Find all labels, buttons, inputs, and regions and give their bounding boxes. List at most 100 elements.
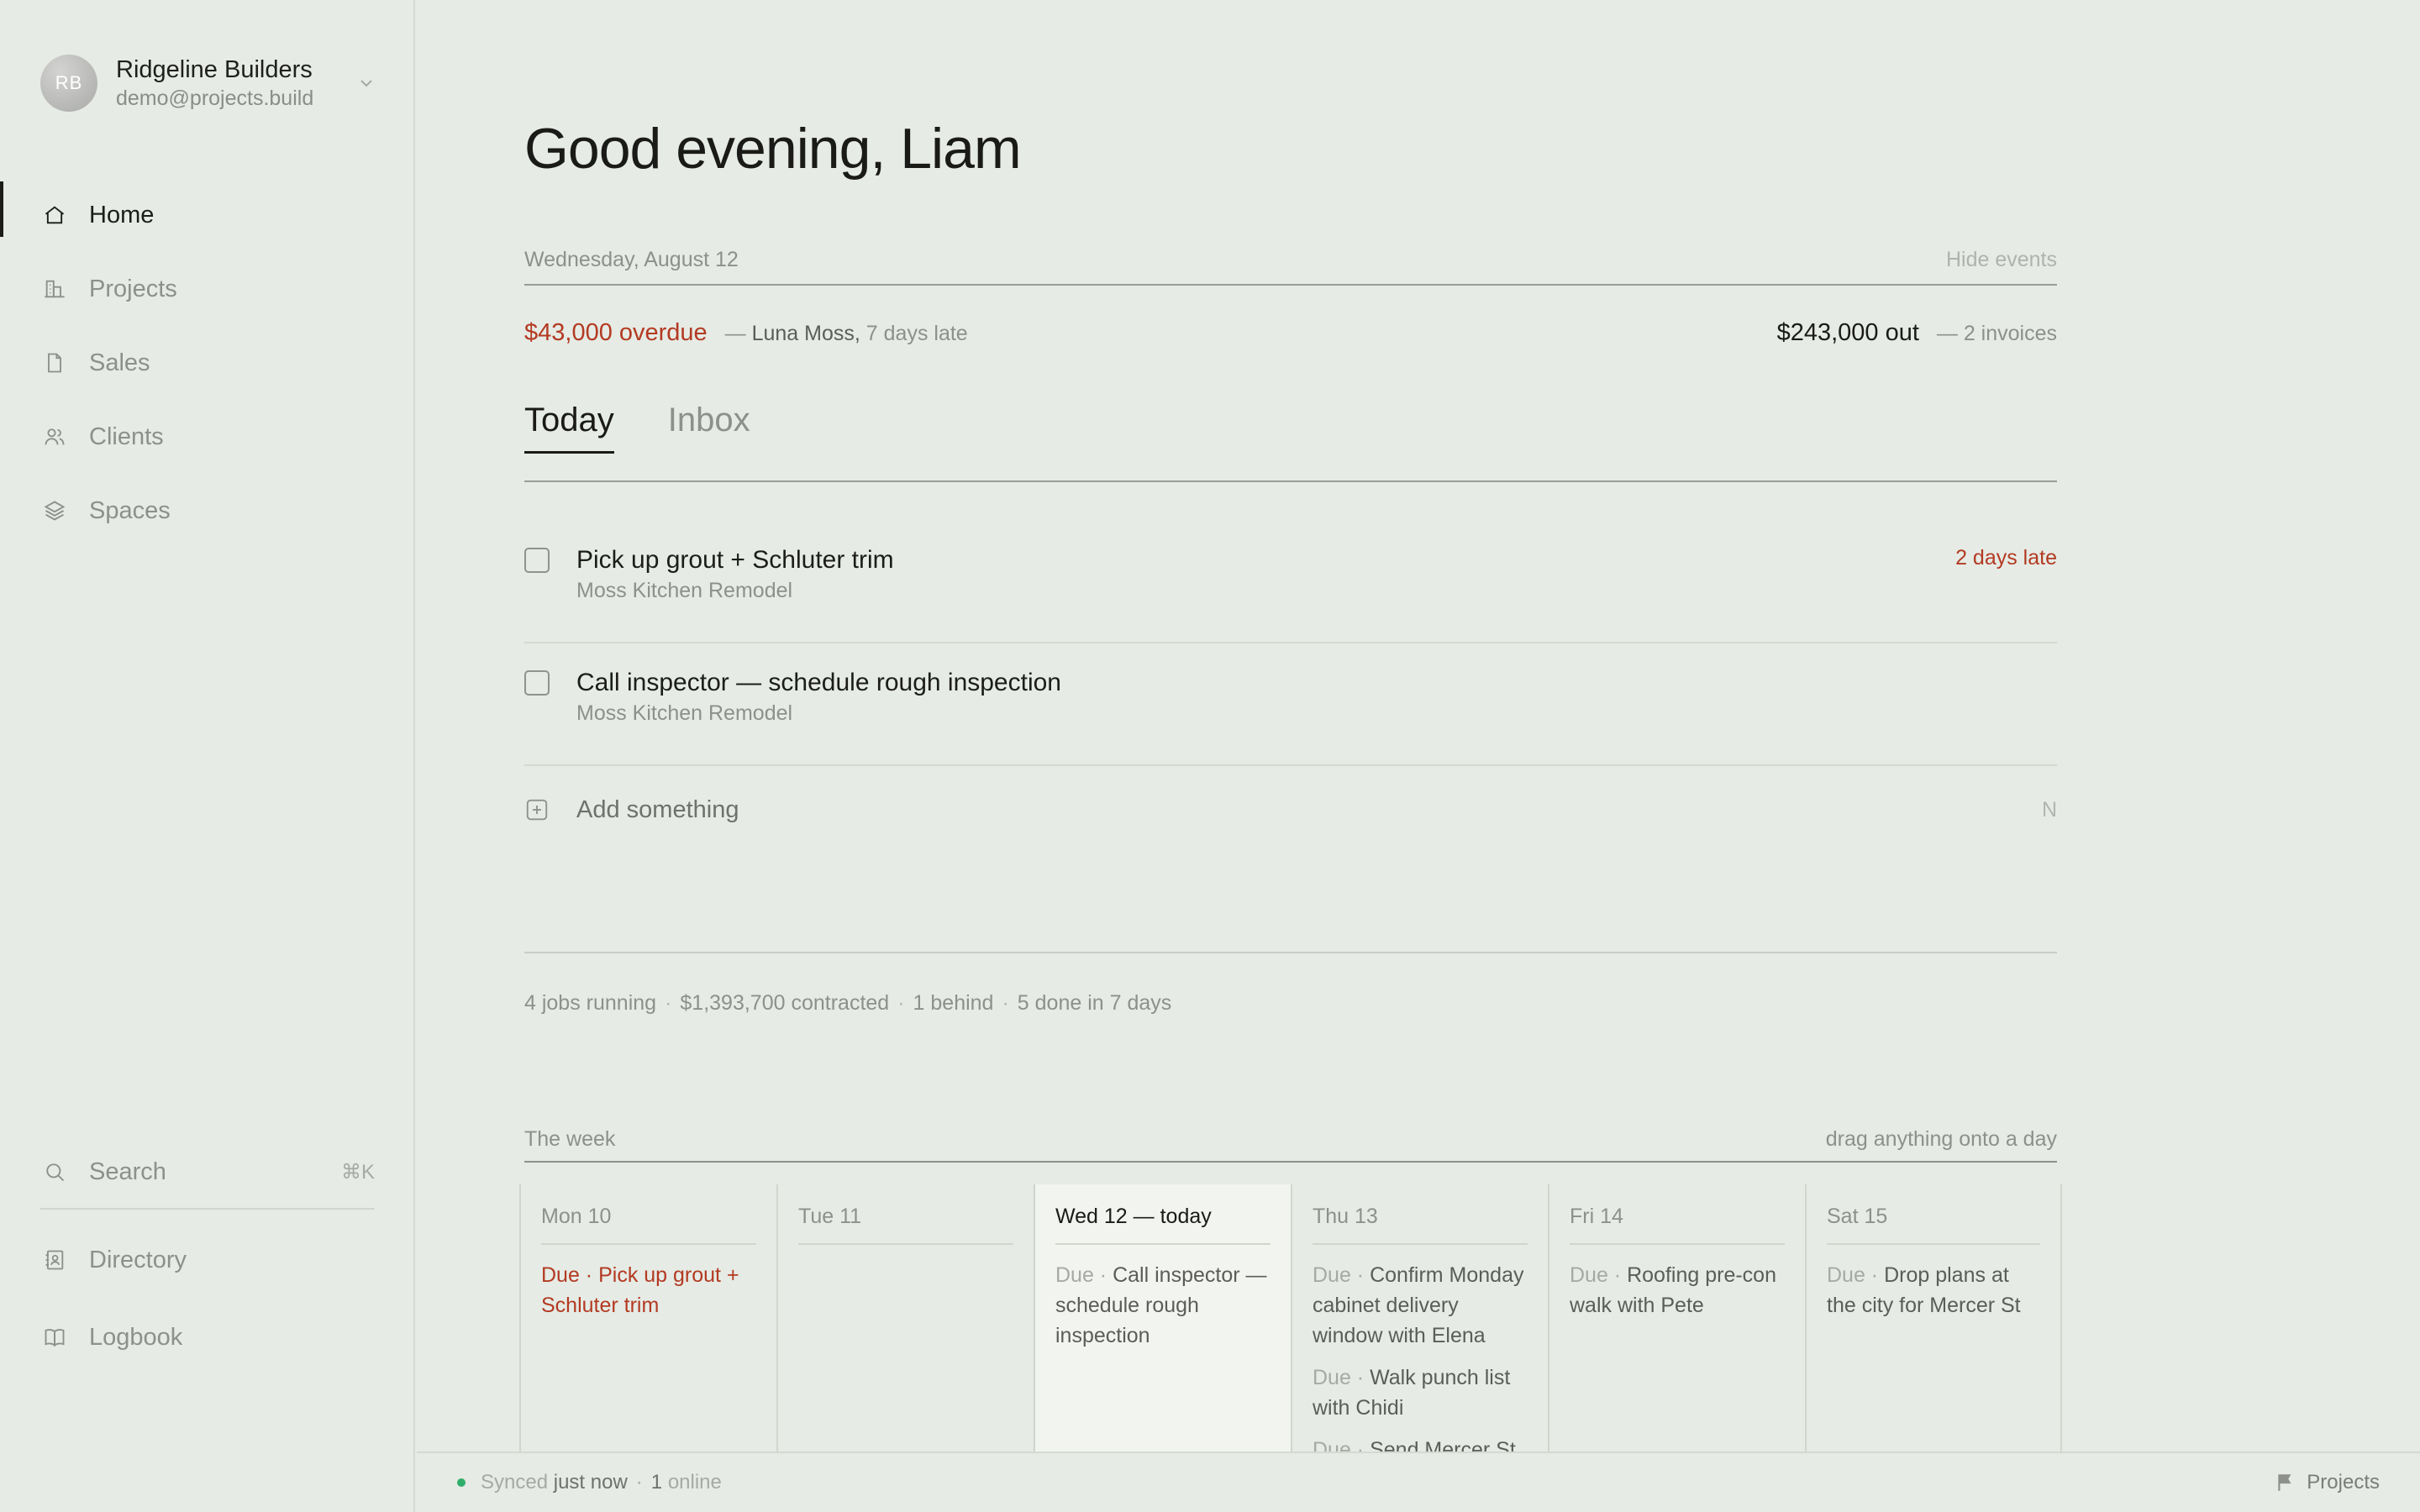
day-column-mon[interactable]: Mon 10 Due · Pick up grout + Schluter tr… bbox=[519, 1184, 776, 1452]
search-label: Search bbox=[89, 1158, 166, 1185]
search-button[interactable]: Search ⌘K bbox=[0, 1136, 415, 1208]
event-due-label: Due · bbox=[1313, 1366, 1365, 1389]
people-icon bbox=[42, 424, 67, 449]
section-divider bbox=[524, 952, 2057, 953]
day-column-wed-today[interactable]: Wed 12 — today Due · Call inspector — sc… bbox=[1034, 1184, 1291, 1452]
home-icon bbox=[42, 202, 67, 228]
day-name: Sat 15 bbox=[1827, 1184, 2040, 1245]
overdue-late: 7 days late bbox=[865, 321, 968, 345]
sidebar-item-home[interactable]: Home bbox=[0, 178, 415, 252]
calendar-event[interactable]: Due · Send Mercer St bbox=[1313, 1435, 1528, 1452]
sidebar-bottom: Search ⌘K Directory Logbook bbox=[0, 1136, 415, 1376]
overdue-amount: $43,000 overdue bbox=[524, 318, 708, 346]
event-due-label: Due · bbox=[541, 1263, 593, 1287]
plus-square-icon bbox=[526, 799, 548, 821]
search-shortcut: ⌘K bbox=[340, 1160, 375, 1184]
outstanding-summary[interactable]: $243,000 out — 2 invoices bbox=[1777, 319, 2057, 347]
day-name: Mon 10 bbox=[541, 1184, 756, 1245]
task-item[interactable]: Call inspector — schedule rough inspecti… bbox=[524, 643, 2057, 766]
contact-book-icon bbox=[42, 1247, 67, 1273]
calendar-event[interactable]: Due · Roofing pre-con walk with Pete bbox=[1570, 1260, 1785, 1320]
avatar: RB bbox=[40, 55, 97, 112]
task-checkbox[interactable] bbox=[524, 548, 550, 573]
stat-behind: 1 behind bbox=[913, 991, 994, 1015]
sidebar-item-label: Spaces bbox=[89, 496, 171, 524]
sidebar-item-projects[interactable]: Projects bbox=[0, 252, 415, 326]
sidebar-item-logbook[interactable]: Logbook bbox=[0, 1299, 415, 1376]
page-title: Good evening, Liam bbox=[524, 117, 1022, 181]
overdue-summary[interactable]: $43,000 overdue — Luna Moss, 7 days late bbox=[524, 319, 968, 347]
day-column-thu[interactable]: Thu 13 Due · Confirm Monday cabinet deli… bbox=[1291, 1184, 1548, 1452]
stats-line: 4 jobs running · $1,393,700 contracted · 1 b… bbox=[524, 991, 1171, 1016]
week-title: The week bbox=[524, 1126, 616, 1151]
layers-icon bbox=[42, 498, 67, 523]
sidebar-item-spaces[interactable]: Spaces bbox=[0, 474, 415, 548]
flag-icon bbox=[2278, 1474, 2291, 1491]
money-summary: $43,000 overdue — Luna Moss, 7 days late… bbox=[524, 311, 2057, 354]
week-hint: drag anything onto a day bbox=[1825, 1126, 2057, 1151]
tab-inbox[interactable]: Inbox bbox=[668, 396, 750, 454]
sidebar-item-label: Projects bbox=[89, 275, 177, 302]
outstanding-detail: — 2 invoices bbox=[1936, 321, 2057, 345]
day-column-tue[interactable]: Tue 11 bbox=[776, 1184, 1034, 1452]
day-column-fri[interactable]: Fri 14 Due · Roofing pre-con walk with P… bbox=[1548, 1184, 1805, 1452]
account-switcher[interactable]: RB Ridgeline Builders demo@projects.buil… bbox=[40, 52, 376, 114]
sync-label: Synced bbox=[481, 1471, 549, 1494]
task-project: Moss Kitchen Remodel bbox=[576, 701, 793, 725]
feedback-button[interactable]: Projects bbox=[2275, 1471, 2380, 1494]
task-item[interactable]: Pick up grout + Schluter trim Moss Kitch… bbox=[524, 521, 2057, 643]
week-header: The week drag anything onto a day bbox=[524, 1117, 2057, 1163]
sidebar-item-label: Home bbox=[89, 201, 155, 228]
task-list: Pick up grout + Schluter trim Moss Kitch… bbox=[524, 521, 2057, 766]
event-due-label: Due · bbox=[1313, 1263, 1365, 1287]
calendar-event[interactable]: Due · Pick up grout + Schluter trim bbox=[541, 1260, 756, 1320]
task-title: Call inspector — schedule rough inspecti… bbox=[576, 669, 1061, 696]
status-right-label: Projects bbox=[2307, 1471, 2380, 1494]
stat-done: 5 done in 7 days bbox=[1017, 991, 1172, 1015]
calendar-event[interactable]: Due · Drop plans at the city for Mercer … bbox=[1827, 1260, 2040, 1320]
sidebar: RB Ridgeline Builders demo@projects.buil… bbox=[0, 0, 415, 1512]
separator-dot: · bbox=[897, 991, 905, 1015]
date-row: Wednesday, August 12 Hide events bbox=[524, 235, 2057, 286]
sidebar-item-directory[interactable]: Directory bbox=[0, 1221, 415, 1299]
sidebar-item-clients[interactable]: Clients bbox=[0, 400, 415, 474]
online-label: online bbox=[667, 1471, 722, 1494]
calendar-event[interactable]: Due · Walk punch list with Chidi bbox=[1313, 1362, 1528, 1423]
tab-today[interactable]: Today bbox=[524, 396, 614, 454]
hide-events-button[interactable]: Hide events bbox=[1946, 248, 2057, 272]
status-bar: Synced just now · 1 online Projects bbox=[417, 1452, 2420, 1512]
day-name: Wed 12 — today bbox=[1055, 1184, 1270, 1245]
event-due-label: Due · bbox=[1827, 1263, 1879, 1287]
sidebar-item-label: Sales bbox=[89, 349, 150, 376]
stat-jobs: 4 jobs running bbox=[524, 991, 657, 1015]
overdue-dash: — bbox=[724, 321, 746, 345]
stat-contracted: $1,393,700 contracted bbox=[680, 991, 890, 1015]
day-name: Fri 14 bbox=[1570, 1184, 1785, 1245]
add-task-shortcut: N bbox=[2041, 797, 2057, 822]
online-count: 1 bbox=[650, 1471, 663, 1494]
buildings-icon bbox=[42, 276, 67, 302]
calendar-event[interactable]: Due · Confirm Monday cabinet delivery wi… bbox=[1313, 1260, 1528, 1351]
sidebar-item-label: Logbook bbox=[89, 1323, 183, 1351]
add-task-button[interactable]: Add something N bbox=[524, 780, 2057, 840]
event-due-label: Due · bbox=[1570, 1263, 1622, 1287]
task-project: Moss Kitchen Remodel bbox=[576, 579, 793, 602]
sidebar-item-sales[interactable]: Sales bbox=[0, 326, 415, 400]
task-checkbox[interactable] bbox=[524, 670, 550, 696]
sidebar-divider bbox=[40, 1208, 375, 1210]
day-name: Thu 13 bbox=[1313, 1184, 1528, 1245]
separator-dot: · bbox=[635, 1471, 643, 1494]
outstanding-amount: $243,000 out bbox=[1776, 318, 1919, 346]
day-column-sat[interactable]: Sat 15 Due · Drop plans at the city for … bbox=[1805, 1184, 2062, 1452]
book-icon bbox=[42, 1325, 67, 1350]
account-name: Ridgeline Builders bbox=[116, 56, 313, 83]
calendar-event[interactable]: Due · Call inspector — schedule rough in… bbox=[1055, 1260, 1270, 1351]
account-info: Ridgeline Builders demo@projects.build bbox=[116, 55, 348, 112]
tab-bar: Today Inbox bbox=[524, 396, 2057, 482]
day-name: Tue 11 bbox=[798, 1184, 1013, 1245]
chevron-down-icon[interactable] bbox=[356, 73, 376, 93]
add-task-label: Add something bbox=[576, 795, 739, 823]
event-due-label: Due · bbox=[1313, 1438, 1365, 1452]
task-late-badge: 2 days late bbox=[1955, 546, 2057, 570]
document-icon bbox=[42, 350, 67, 375]
